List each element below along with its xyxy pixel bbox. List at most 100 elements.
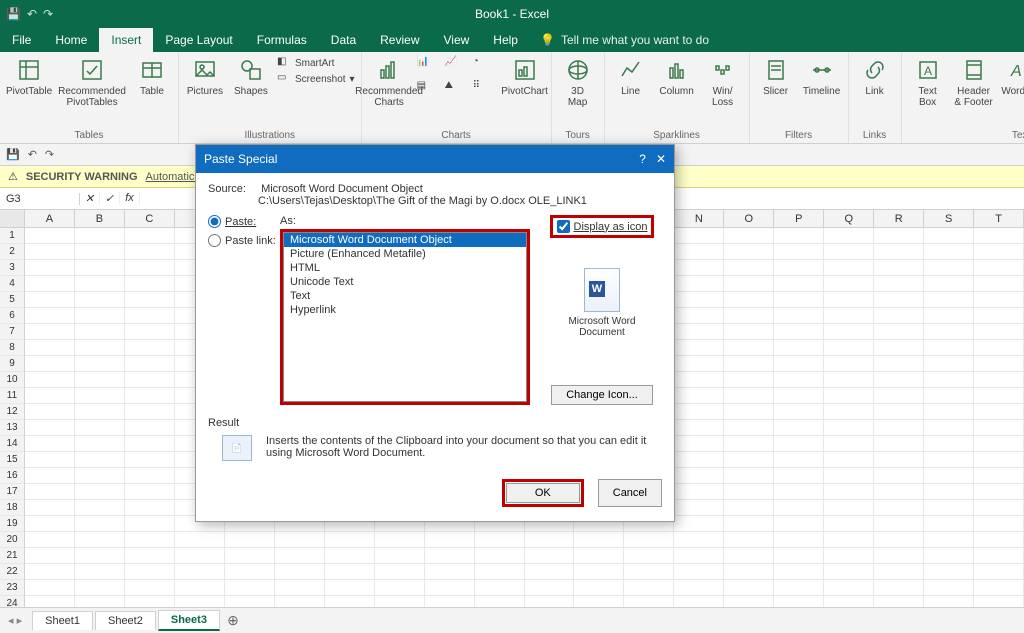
sparkline-line-button[interactable]: Line [611, 56, 651, 97]
3d-map-button[interactable]: 3D Map [558, 56, 598, 108]
undo-icon[interactable]: ↶ [28, 148, 37, 161]
cell[interactable] [774, 548, 824, 564]
cell[interactable] [125, 532, 175, 548]
cell[interactable] [325, 532, 375, 548]
cell[interactable] [824, 372, 874, 388]
cell[interactable] [724, 564, 774, 580]
column-header[interactable]: C [125, 210, 175, 227]
recommended-pivottables-button[interactable]: Recommended PivotTables [58, 56, 126, 108]
cell[interactable] [774, 500, 824, 516]
cell[interactable] [974, 228, 1024, 244]
name-box[interactable]: G3 [0, 193, 80, 205]
cell[interactable] [724, 340, 774, 356]
cell[interactable] [25, 260, 75, 276]
row-header[interactable]: 2 [0, 244, 25, 260]
cell[interactable] [125, 580, 175, 596]
cell[interactable] [924, 308, 974, 324]
cell[interactable] [924, 388, 974, 404]
cell[interactable] [624, 564, 674, 580]
display-as-icon-checkbox[interactable] [557, 220, 570, 233]
screenshot-button[interactable]: ▭Screenshot ▾ [277, 72, 355, 86]
tab-insert[interactable]: Insert [99, 28, 153, 52]
cell[interactable] [25, 564, 75, 580]
cell[interactable] [525, 580, 575, 596]
cell[interactable] [25, 404, 75, 420]
cell[interactable] [225, 564, 275, 580]
cell[interactable] [824, 548, 874, 564]
cell[interactable] [724, 500, 774, 516]
cell[interactable] [974, 436, 1024, 452]
cell[interactable] [674, 308, 724, 324]
cell[interactable] [974, 500, 1024, 516]
cell[interactable] [824, 276, 874, 292]
cell[interactable] [674, 516, 724, 532]
cell[interactable] [674, 532, 724, 548]
as-option[interactable]: Microsoft Word Document Object [284, 233, 526, 247]
cell[interactable] [25, 228, 75, 244]
tab-view[interactable]: View [432, 28, 482, 52]
cell[interactable] [125, 420, 175, 436]
tab-file[interactable]: File [0, 28, 43, 52]
column-header[interactable]: Q [824, 210, 874, 227]
cell[interactable] [25, 340, 75, 356]
cell[interactable] [724, 324, 774, 340]
cell[interactable] [624, 548, 674, 564]
cell[interactable] [974, 516, 1024, 532]
column-header[interactable]: B [75, 210, 125, 227]
cell[interactable] [25, 356, 75, 372]
cell[interactable] [724, 276, 774, 292]
cell[interactable] [824, 580, 874, 596]
cell[interactable] [924, 580, 974, 596]
column-header[interactable]: S [924, 210, 974, 227]
cell[interactable] [75, 404, 125, 420]
row-header[interactable]: 16 [0, 468, 25, 484]
cell[interactable] [25, 388, 75, 404]
cell[interactable] [25, 500, 75, 516]
header-footer-button[interactable]: Header & Footer [954, 56, 994, 108]
cell[interactable] [824, 452, 874, 468]
cell[interactable] [674, 276, 724, 292]
column-header[interactable]: T [974, 210, 1024, 227]
cell[interactable] [724, 516, 774, 532]
cell[interactable] [75, 436, 125, 452]
cell[interactable] [225, 548, 275, 564]
cell[interactable] [974, 452, 1024, 468]
sheet-tab-2[interactable]: Sheet2 [95, 611, 156, 630]
cell[interactable] [325, 580, 375, 596]
cell[interactable] [974, 388, 1024, 404]
cell[interactable] [874, 436, 924, 452]
pictures-button[interactable]: Pictures [185, 56, 225, 97]
cell[interactable] [924, 340, 974, 356]
cell[interactable] [774, 420, 824, 436]
cell[interactable] [774, 292, 824, 308]
cell[interactable] [25, 308, 75, 324]
row-header[interactable]: 22 [0, 564, 25, 580]
cell[interactable] [125, 468, 175, 484]
cell[interactable] [974, 244, 1024, 260]
cell[interactable] [724, 388, 774, 404]
cell[interactable] [375, 532, 425, 548]
cell[interactable] [774, 484, 824, 500]
row-header[interactable]: 5 [0, 292, 25, 308]
cell[interactable] [774, 452, 824, 468]
cell[interactable] [75, 468, 125, 484]
cell[interactable] [674, 468, 724, 484]
undo-icon[interactable]: ↶ [27, 7, 37, 21]
cell[interactable] [674, 580, 724, 596]
cell[interactable] [874, 452, 924, 468]
cell[interactable] [874, 260, 924, 276]
cell[interactable] [874, 308, 924, 324]
cell[interactable] [874, 340, 924, 356]
cell[interactable] [674, 356, 724, 372]
cell[interactable] [674, 324, 724, 340]
fx-icon[interactable]: fx [120, 192, 140, 205]
cell[interactable] [724, 260, 774, 276]
save-icon[interactable]: 💾 [6, 7, 21, 21]
row-header[interactable]: 7 [0, 324, 25, 340]
sheet-tab-1[interactable]: Sheet1 [32, 611, 93, 630]
cell[interactable] [724, 292, 774, 308]
redo-icon[interactable]: ↷ [43, 7, 53, 21]
shapes-button[interactable]: Shapes [231, 56, 271, 97]
cell[interactable] [25, 484, 75, 500]
cell[interactable] [974, 292, 1024, 308]
